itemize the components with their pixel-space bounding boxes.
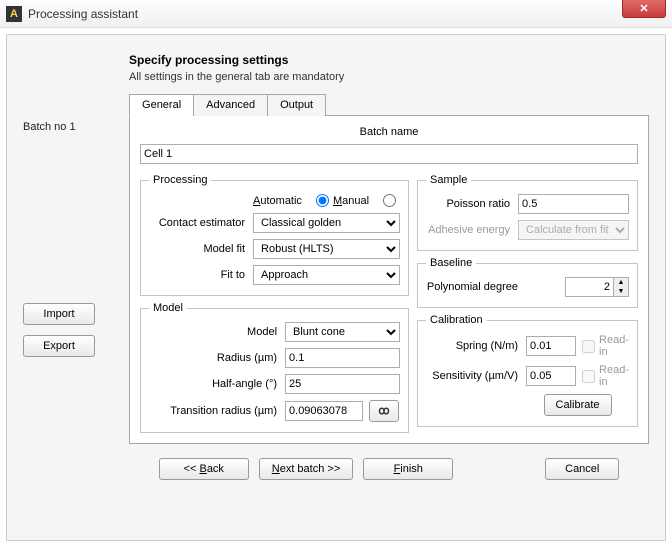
window-title: Processing assistant: [28, 7, 622, 21]
contact-estimator-select[interactable]: Classical golden: [253, 213, 400, 233]
contact-estimator-label: Contact estimator: [149, 217, 253, 229]
model-fieldset: Model Model Blunt cone Radius (µm) Half-…: [140, 302, 409, 433]
manual-radio[interactable]: [383, 194, 396, 207]
tab-output[interactable]: Output: [267, 94, 326, 116]
batch-name-label: Batch name: [140, 126, 638, 138]
sensitivity-readin-checkbox: [582, 370, 595, 383]
fit-to-label: Fit to: [149, 269, 253, 281]
calibrate-button[interactable]: Calibrate: [544, 394, 612, 416]
finish-button[interactable]: Finish: [363, 458, 453, 480]
spring-label: Spring (N/m): [426, 340, 526, 352]
adhesive-select: Calculate from fit: [518, 220, 629, 240]
model-select[interactable]: Blunt cone: [285, 322, 400, 342]
radius-input[interactable]: [285, 348, 400, 368]
spinner-up[interactable]: ▲: [614, 278, 628, 287]
spring-input[interactable]: [526, 336, 576, 356]
transition-radius-input[interactable]: [285, 401, 363, 421]
sensitivity-input[interactable]: [526, 366, 576, 386]
page-subheading: All settings in the general tab are mand…: [129, 71, 649, 83]
poisson-label: Poisson ratio: [426, 198, 518, 210]
model-label: Model: [149, 326, 285, 338]
fit-to-select[interactable]: Approach: [253, 265, 400, 285]
sample-legend: Sample: [426, 174, 471, 186]
sample-fieldset: Sample Poisson ratio Adhesive energy Cal…: [417, 174, 638, 251]
baseline-fieldset: Baseline Polynomial degree ▲ ▼: [417, 257, 638, 308]
processing-legend: Processing: [149, 174, 211, 186]
back-button[interactable]: << Back: [159, 458, 249, 480]
transition-radius-label: Transition radius (µm): [149, 405, 285, 417]
spinner-down[interactable]: ▼: [614, 287, 628, 296]
tab-advanced[interactable]: Advanced: [193, 94, 268, 116]
calibration-fieldset: Calibration Spring (N/m) Read-in Sensiti…: [417, 314, 638, 427]
automatic-radio[interactable]: [316, 194, 329, 207]
import-button[interactable]: Import: [23, 303, 95, 325]
model-fit-label: Model fit: [149, 243, 253, 255]
tab-general[interactable]: General: [129, 94, 194, 116]
polynomial-label: Polynomial degree: [426, 281, 526, 293]
half-angle-input[interactable]: [285, 374, 400, 394]
export-button[interactable]: Export: [23, 335, 95, 357]
batch-name-input[interactable]: [140, 144, 638, 164]
scan-button[interactable]: [369, 400, 399, 422]
model-fit-select[interactable]: Robust (HLTS): [253, 239, 400, 259]
processing-fieldset: Processing Automatic Manual: [140, 174, 409, 296]
half-angle-label: Half-angle (°): [149, 378, 285, 390]
radius-label: Radius (µm): [149, 352, 285, 364]
page-heading: Specify processing settings: [129, 53, 649, 67]
app-icon: A: [6, 6, 22, 22]
close-button[interactable]: ✕: [622, 0, 666, 18]
batch-number-label: Batch no 1: [23, 121, 119, 133]
baseline-legend: Baseline: [426, 257, 476, 269]
cancel-button[interactable]: Cancel: [545, 458, 619, 480]
spring-readin-checkbox: [582, 340, 595, 353]
loop-icon: [375, 404, 393, 418]
poisson-input[interactable]: [518, 194, 629, 214]
polynomial-input[interactable]: [565, 277, 614, 297]
model-legend: Model: [149, 302, 187, 314]
sensitivity-label: Sensitivity (µm/V): [426, 370, 526, 382]
next-button[interactable]: Next batch >>: [259, 458, 354, 480]
calibration-legend: Calibration: [426, 314, 487, 326]
adhesive-label: Adhesive energy: [426, 224, 518, 236]
